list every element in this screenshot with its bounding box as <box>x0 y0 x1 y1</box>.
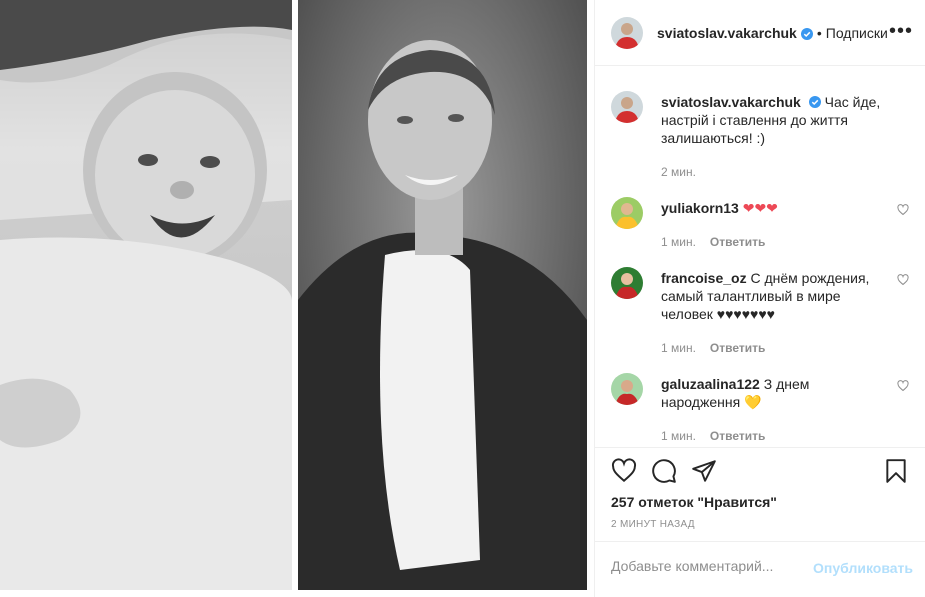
separator-dot: • <box>816 24 822 41</box>
following-button[interactable]: Подписки <box>826 25 888 41</box>
like-comment-icon[interactable] <box>897 380 909 392</box>
post-sidebar: sviatoslav.vakarchuk • Подписки ••• svia… <box>594 0 925 597</box>
comment-input[interactable] <box>611 558 811 574</box>
share-icon[interactable] <box>691 458 717 484</box>
likes-count[interactable]: 257 отметок "Нравится" <box>611 494 777 510</box>
comment-time[interactable]: 1 мин. <box>661 235 696 249</box>
comment-time[interactable]: 1 мин. <box>661 429 696 443</box>
comment-text: ❤❤❤ <box>742 200 778 216</box>
post-timestamp[interactable]: 2 МИНУТ НАЗАД <box>611 519 695 530</box>
author-avatar[interactable] <box>611 91 643 123</box>
publish-button[interactable]: Опубликовать <box>813 560 913 576</box>
caption-username[interactable]: sviatoslav.vakarchuk <box>661 94 801 110</box>
author-username[interactable]: sviatoslav.vakarchuk <box>657 25 797 41</box>
comment-username[interactable]: galuzaalina122 <box>661 376 760 392</box>
commenter-avatar[interactable] <box>611 373 643 405</box>
comment-icon[interactable] <box>651 458 677 484</box>
more-options-icon[interactable]: ••• <box>889 20 913 43</box>
heart-icon[interactable] <box>611 458 637 484</box>
post-photo[interactable] <box>0 0 591 597</box>
reply-button[interactable]: Ответить <box>710 429 765 443</box>
action-bar <box>611 458 909 488</box>
caption-time[interactable]: 2 мин. <box>661 165 696 179</box>
commenter-avatar[interactable] <box>611 267 643 299</box>
comment-username[interactable]: francoise_oz <box>661 270 747 286</box>
verified-icon <box>800 27 813 40</box>
like-comment-icon[interactable] <box>897 204 909 216</box>
reply-button[interactable]: Ответить <box>710 235 765 249</box>
comment-time[interactable]: 1 мин. <box>661 341 696 355</box>
post-actions: 257 отметок "Нравится" 2 МИНУТ НАЗАД Опу… <box>595 447 925 597</box>
commenter-avatar[interactable] <box>611 197 643 229</box>
like-comment-icon[interactable] <box>897 274 909 286</box>
comments-list[interactable]: sviatoslav.vakarchuk Час йде, настрій і … <box>595 67 925 447</box>
add-comment-bar: Опубликовать <box>595 541 925 597</box>
author-avatar[interactable] <box>611 16 643 49</box>
reply-button[interactable]: Ответить <box>710 341 765 355</box>
baby-photo <box>0 0 292 590</box>
post-header: sviatoslav.vakarchuk • Подписки ••• <box>595 0 925 66</box>
comment-username[interactable]: yuliakorn13 <box>661 200 739 216</box>
verified-icon <box>808 94 821 108</box>
portrait-photo <box>298 0 587 590</box>
bookmark-icon[interactable] <box>883 458 909 484</box>
